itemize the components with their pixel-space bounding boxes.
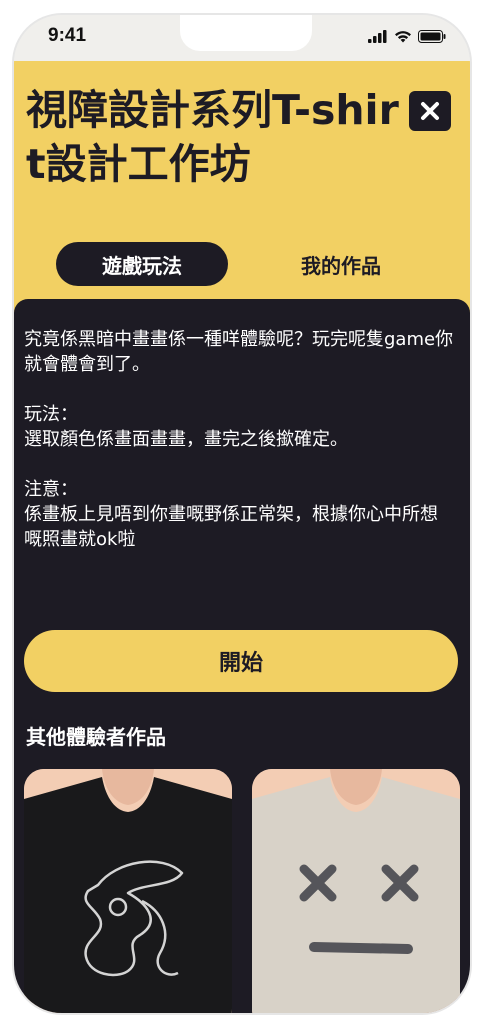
page-title: 視障設計系列T-shirt設計工作坊	[26, 86, 399, 188]
close-button[interactable]	[409, 91, 451, 131]
battery-icon	[418, 30, 446, 43]
description-note: 注意： 係畫板上見唔到你畫嘅野係正常架，根據你心中所想嘅照畫就ok啦	[24, 479, 438, 550]
description-intro: 究竟係黑暗中畫畫係一種咩體驗呢？玩完呢隻game你就會體會到了。	[24, 329, 454, 375]
content-panel: 究竟係黑暗中畫畫係一種咩體驗呢？玩完呢隻game你就會體會到了。 玩法： 選取顏…	[14, 299, 470, 1013]
header: 視障設計系列T-shirt設計工作坊 遊戲玩法 我的作品	[14, 61, 470, 315]
status-bar: 9:41	[14, 15, 470, 61]
description: 究竟係黑暗中畫畫係一種咩體驗呢？玩完呢隻game你就會體會到了。 玩法： 選取顏…	[24, 327, 454, 577]
status-icons	[368, 30, 446, 43]
gallery-item-light-shirt[interactable]	[252, 769, 460, 1013]
gallery-item-dark-shirt[interactable]	[24, 769, 232, 1013]
dark-shirt-image	[24, 769, 232, 1013]
signal-icon	[368, 30, 387, 43]
gallery-title: 其他體驗者作品	[26, 725, 166, 749]
tab-my-works[interactable]: 我的作品	[286, 242, 396, 286]
description-howto: 玩法： 選取顏色係畫面畫畫，畫完之後撳確定。	[24, 404, 348, 450]
gallery	[24, 769, 464, 1013]
close-icon	[421, 102, 439, 120]
wifi-icon	[395, 31, 411, 43]
tab-bar: 遊戲玩法 我的作品	[56, 242, 456, 288]
start-button[interactable]: 開始	[24, 630, 458, 692]
status-time: 9:41	[48, 25, 87, 46]
phone-frame: 9:41 視障設計系列T-shirt設計工作坊 遊戲玩法 我的作品 究竟係黑暗中…	[14, 15, 470, 1013]
notch	[180, 15, 312, 51]
tab-gameplay[interactable]: 遊戲玩法	[56, 242, 228, 286]
light-shirt-image	[252, 769, 460, 1013]
